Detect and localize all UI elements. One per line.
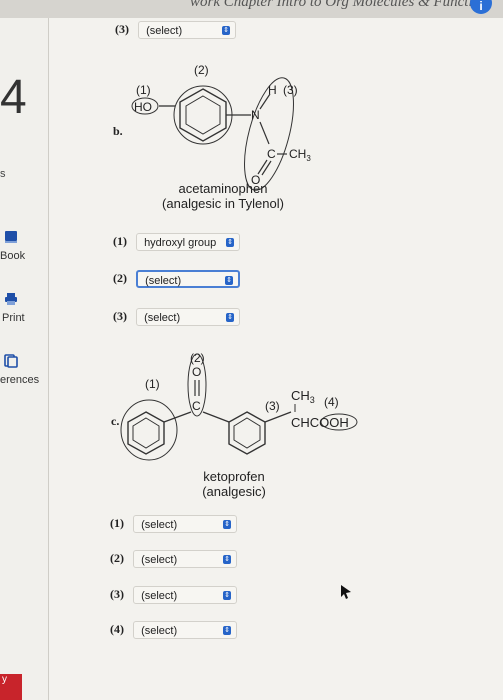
top-bar: work Chapter Intro to Org Molecules & Fu… bbox=[0, 0, 503, 18]
select-value: (select) bbox=[141, 519, 178, 531]
compound-description: (analgesic) bbox=[202, 484, 266, 499]
o-text: O bbox=[192, 365, 201, 379]
chcooh-text: CHCOOH bbox=[291, 415, 349, 430]
group-select-c2[interactable]: (select) ⇕ bbox=[133, 550, 238, 568]
c-text: C bbox=[192, 399, 201, 413]
question-panel: (3) (select) ⇕ b. (1) HO (2) N H (3) C C… bbox=[49, 18, 503, 700]
question-row-b1: (1) hydroxyl group ⇕ bbox=[113, 233, 241, 251]
group-select-b2[interactable]: (select) ⇕ bbox=[136, 270, 241, 288]
item-number: (1) bbox=[113, 233, 127, 248]
h-text: H bbox=[268, 83, 277, 97]
info-icon[interactable]: i bbox=[470, 0, 492, 14]
references-icon bbox=[4, 354, 18, 368]
ho-text: HO bbox=[134, 100, 152, 114]
group-select-c4[interactable]: (select) ⇕ bbox=[133, 621, 238, 639]
question-row-c3: (3) (select) ⇕ bbox=[110, 586, 238, 604]
n-text: N bbox=[251, 108, 260, 122]
mouse-cursor-icon bbox=[341, 585, 351, 599]
assignment-title: work Chapter Intro to Org Molecules & Fu… bbox=[190, 0, 492, 10]
item-number: (3) bbox=[115, 21, 129, 36]
compound-name: acetaminophen bbox=[178, 181, 268, 196]
question-row-c4: (4) (select) ⇕ bbox=[110, 621, 238, 639]
select-value: (select) bbox=[146, 25, 183, 37]
chevron-updown-icon: ⇕ bbox=[223, 626, 232, 635]
chevron-updown-icon: ⇕ bbox=[223, 591, 232, 600]
sidebar-item-label: Book bbox=[0, 250, 26, 262]
chapter-number: 4 bbox=[0, 71, 27, 124]
group-select-top-3[interactable]: (select) ⇕ bbox=[138, 21, 237, 39]
chevron-updown-icon: ⇕ bbox=[223, 520, 232, 529]
item-number: (1) bbox=[110, 515, 124, 530]
select-value: (select) bbox=[141, 590, 178, 602]
group-select-b3[interactable]: (select) ⇕ bbox=[136, 308, 241, 326]
item-number: (2) bbox=[110, 550, 124, 565]
select-value: (select) bbox=[145, 275, 182, 287]
label-3: (3) bbox=[283, 83, 298, 97]
sidebar-bottom-badge: y bbox=[0, 674, 22, 700]
select-value: (select) bbox=[144, 312, 181, 324]
chevron-updown-icon: ⇕ bbox=[223, 555, 232, 564]
question-row-b2: (2) (select) ⇕ bbox=[113, 270, 241, 288]
question-row-c1: (1) (select) ⇕ bbox=[110, 515, 238, 533]
c-text: C bbox=[267, 147, 276, 161]
ch3-text: CH3 bbox=[289, 147, 311, 163]
acetaminophen-caption: acetaminophen (analgesic in Tylenol) bbox=[139, 181, 307, 211]
label-2: (2) bbox=[194, 63, 209, 77]
label-2: (2) bbox=[190, 351, 205, 365]
label-1: (1) bbox=[145, 377, 160, 391]
item-number: (3) bbox=[110, 586, 124, 601]
printer-icon bbox=[5, 293, 17, 305]
sidebar-item-label: erences bbox=[0, 374, 40, 386]
question-row-c2: (2) (select) ⇕ bbox=[110, 550, 238, 568]
compound-name: ketoprofen bbox=[203, 469, 265, 484]
question-row-top-3: (3) (select) ⇕ bbox=[115, 21, 237, 39]
select-value: (select) bbox=[141, 625, 178, 637]
sidebar-partial-text: s bbox=[0, 168, 6, 180]
item-number: (2) bbox=[113, 270, 127, 285]
group-select-c3[interactable]: (select) ⇕ bbox=[133, 586, 238, 604]
chevron-updown-icon: ⇕ bbox=[226, 238, 235, 247]
acetaminophen-structure: (1) HO (2) N H (3) C CH3 O bbox=[131, 63, 311, 191]
select-value: (select) bbox=[141, 554, 178, 566]
book-icon bbox=[5, 231, 17, 243]
item-number: (3) bbox=[113, 308, 127, 323]
label-4: (4) bbox=[324, 395, 339, 409]
question-row-b3: (3) (select) ⇕ bbox=[113, 308, 241, 326]
label-1: (1) bbox=[136, 83, 151, 97]
chevron-updown-icon: ⇕ bbox=[226, 313, 235, 322]
group-select-c1[interactable]: (select) ⇕ bbox=[133, 515, 238, 533]
group-select-b1[interactable]: hydroxyl group ⇕ bbox=[136, 233, 241, 251]
ch3-text: CH3 bbox=[291, 388, 315, 405]
ketoprofen-caption: ketoprofen (analgesic) bbox=[179, 469, 289, 499]
label-3: (3) bbox=[265, 399, 280, 413]
item-number: (4) bbox=[110, 621, 124, 636]
chevron-updown-icon: ⇕ bbox=[225, 276, 234, 285]
compound-description: (analgesic in Tylenol) bbox=[162, 196, 284, 211]
chevron-updown-icon: ⇕ bbox=[222, 26, 231, 35]
sidebar-item-label: Print bbox=[2, 312, 25, 324]
sidebar: 4 s Book Print erences y bbox=[0, 18, 49, 700]
ketoprofen-structure: (1) (2) O C (3) CH3 (4) CHCOOH bbox=[120, 351, 358, 461]
select-value: hydroxyl group bbox=[144, 237, 217, 249]
